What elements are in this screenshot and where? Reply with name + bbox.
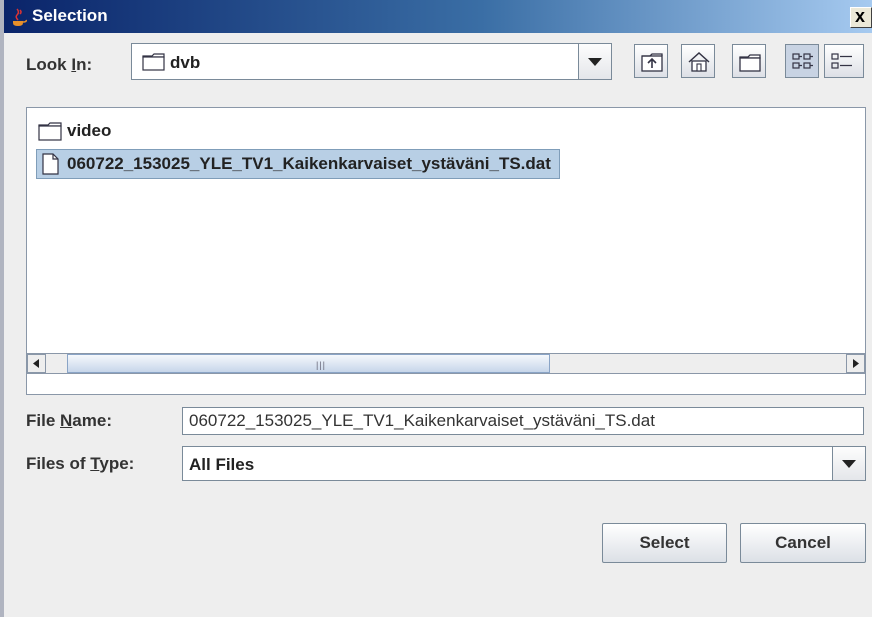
java-cup-icon (13, 8, 27, 26)
details-view-icon (831, 53, 852, 69)
file-name-label: 060722_153025_YLE_TV1_Kaikenkarvaiset_ys… (67, 154, 551, 173)
new-folder-icon (739, 54, 761, 72)
scroll-left-button[interactable] (27, 354, 46, 373)
home-icon (688, 51, 710, 72)
list-item-file[interactable]: 060722_153025_YLE_TV1_Kaikenkarvaiset_ys… (36, 149, 560, 179)
folder-icon (142, 53, 165, 71)
file-chooser-dialog: Selection x Look In: dvb video 060722_15… (0, 0, 872, 617)
files-of-type-combo[interactable]: All Files (182, 446, 866, 481)
file-type-value: All Files (189, 455, 255, 474)
arrow-left-icon (33, 359, 39, 368)
list-item-folder[interactable]: video (37, 116, 111, 146)
up-folder-button[interactable] (634, 44, 668, 78)
horizontal-scrollbar[interactable]: ||| (26, 353, 866, 374)
chevron-down-icon (842, 460, 856, 468)
look-in-dropdown-button[interactable] (578, 44, 611, 79)
select-button[interactable]: Select (602, 523, 727, 563)
window-title: Selection (32, 6, 108, 25)
folder-icon (38, 122, 62, 141)
list-view-button[interactable] (785, 44, 819, 78)
details-view-button[interactable] (824, 44, 864, 78)
close-icon: x (855, 6, 866, 26)
new-folder-button[interactable] (732, 44, 766, 78)
scroll-thumb[interactable]: ||| (67, 354, 550, 373)
files-of-type-label: Files of Type: (26, 454, 135, 473)
look-in-value: dvb (170, 53, 201, 72)
look-in-combo[interactable]: dvb (131, 43, 612, 80)
scroll-grip: ||| (316, 360, 327, 370)
file-name-label: File Name: (26, 411, 112, 430)
up-folder-icon (641, 53, 663, 72)
file-name-input[interactable]: 060722_153025_YLE_TV1_Kaikenkarvaiset_ys… (182, 407, 864, 435)
title-bar[interactable]: Selection x (4, 0, 872, 33)
file-name-label: video (67, 121, 112, 140)
arrow-right-icon (853, 359, 859, 368)
cancel-button[interactable]: Cancel (740, 523, 866, 563)
list-view-icon (792, 53, 813, 69)
look-in-label: Look In: (26, 55, 93, 74)
home-button[interactable] (681, 44, 715, 78)
file-list[interactable]: video 060722_153025_YLE_TV1_Kaikenkarvai… (26, 107, 866, 395)
scroll-right-button[interactable] (846, 354, 865, 373)
file-icon (42, 153, 59, 175)
close-button[interactable]: x (850, 6, 872, 28)
chevron-down-icon (588, 58, 602, 66)
file-type-dropdown-button[interactable] (832, 447, 865, 480)
